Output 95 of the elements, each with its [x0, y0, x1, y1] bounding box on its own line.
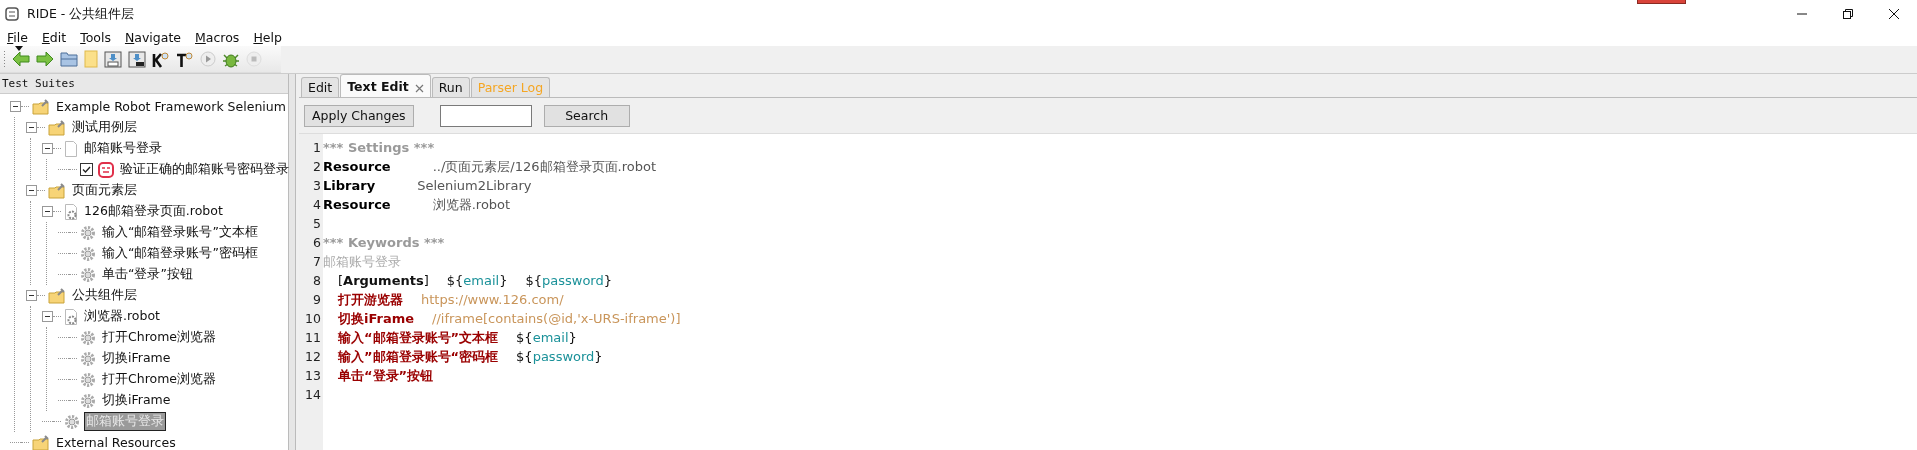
- line-number: 8: [312, 272, 322, 290]
- document-gear-icon: [64, 308, 78, 325]
- code-line: *** Keywords ***: [323, 235, 445, 250]
- document-gear-icon: [64, 203, 78, 220]
- save-icon[interactable]: [104, 50, 122, 68]
- folder-wrench-icon: [32, 434, 50, 450]
- line-number: 2: [312, 158, 322, 176]
- tree-item[interactable]: Example Robot Framework Selenium: [54, 98, 288, 115]
- collapse-toggle[interactable]: [10, 101, 21, 112]
- tree-item[interactable]: 验证正确的邮箱账号密码登录: [118, 160, 291, 179]
- gear-icon: [80, 245, 96, 262]
- menu-item[interactable]: Macros: [190, 29, 245, 45]
- code-line: 输入”邮箱登录账号“密码框 ${password}: [337, 349, 603, 364]
- gear-icon: [80, 350, 96, 367]
- menu-item[interactable]: Tools: [75, 29, 116, 45]
- gear-icon: [64, 413, 80, 430]
- window-title: RIDE - 公共组件层: [27, 5, 135, 23]
- line-number: 9: [312, 291, 322, 309]
- gear-icon: [80, 266, 96, 283]
- close-icon: [1888, 8, 1900, 20]
- tab[interactable]: Text Edit: [340, 74, 431, 97]
- code-line: Resource ../页面元素层/126邮箱登录页面.robot: [323, 159, 656, 174]
- tab[interactable]: Run: [431, 77, 470, 97]
- tab[interactable]: Edit: [301, 77, 340, 97]
- folder-wrench-icon: [48, 287, 66, 304]
- tree-item[interactable]: 输入“邮箱登录账号”密码框: [100, 244, 260, 263]
- tree-item[interactable]: 测试用例层: [70, 118, 139, 137]
- tree-item[interactable]: 打开Chrome浏览器: [100, 328, 219, 347]
- folder-wrench-icon: [48, 119, 66, 136]
- scrollbar[interactable]: [289, 74, 296, 450]
- gear-icon: [80, 392, 96, 409]
- line-number: 13: [304, 367, 322, 385]
- save-all-icon[interactable]: [128, 50, 146, 68]
- code-line: 邮箱账号登录: [323, 254, 401, 269]
- robot-face-icon: [98, 161, 114, 178]
- checkbox[interactable]: [80, 163, 93, 176]
- collapse-toggle[interactable]: [26, 290, 37, 301]
- search-field[interactable]: [439, 104, 532, 127]
- collapse-toggle[interactable]: [42, 311, 53, 322]
- menu-item[interactable]: Navigate: [119, 29, 186, 45]
- tree-item[interactable]: External Resources: [54, 434, 178, 450]
- code-line: *** Settings ***: [323, 140, 435, 155]
- tree-item[interactable]: 切换iFrame: [100, 391, 173, 410]
- gear-icon: [80, 224, 96, 241]
- toolbar-grip-icon: [3, 50, 6, 68]
- folder-wrench-icon: [32, 98, 50, 115]
- tree-item[interactable]: 切换iFrame: [100, 349, 173, 368]
- code-line: 输入“邮箱登录账号”文本框 ${email}: [337, 330, 577, 345]
- search-button[interactable]: Search: [543, 104, 630, 127]
- line-number: 7: [312, 253, 322, 271]
- tree-item[interactable]: 打开Chrome浏览器: [100, 370, 219, 389]
- line-number: 14: [304, 386, 322, 404]
- tree-item[interactable]: 浏览器.robot: [82, 307, 162, 326]
- tree-item[interactable]: 邮箱账号登录: [82, 139, 164, 158]
- line-number: 4: [312, 196, 322, 214]
- collapse-toggle[interactable]: [42, 143, 53, 154]
- tree-item[interactable]: 单击“登录”按钮: [100, 265, 195, 284]
- line-number: 10: [304, 310, 322, 328]
- folder-icon[interactable]: [60, 51, 78, 67]
- forward-arrow-icon[interactable]: [36, 51, 54, 67]
- code-line: Resource 浏览器.robot: [323, 197, 511, 212]
- menu-item[interactable]: Edit: [36, 29, 72, 45]
- collapse-toggle[interactable]: [26, 185, 37, 196]
- document-icon: [64, 140, 78, 157]
- code-line: 切换iFrame //iframe[contains(@id,'x-URS-iframe')]: [337, 311, 681, 326]
- tree-item[interactable]: 输入“邮箱登录账号”文本框: [100, 223, 260, 242]
- back-arrow-icon[interactable]: [12, 51, 30, 67]
- line-number: 12: [304, 348, 322, 366]
- collapse-toggle[interactable]: [26, 122, 37, 133]
- line-number: 11: [304, 329, 322, 347]
- folder-wrench-icon: [48, 182, 66, 199]
- collapse-toggle[interactable]: [42, 206, 53, 217]
- tree-item[interactable]: 页面元素层: [70, 181, 139, 200]
- menu-item[interactable]: Help: [248, 29, 287, 45]
- tree-item[interactable]: 公共组件层: [70, 286, 139, 305]
- code-line: 打开游览器 https://www.126.com/: [336, 292, 564, 307]
- line-number: 5: [312, 215, 322, 233]
- pane-header: Test Suites: [0, 74, 288, 94]
- apply-changes-button[interactable]: Apply Changes: [304, 104, 414, 127]
- line-number: 3: [312, 177, 322, 195]
- tree-item[interactable]: 126邮箱登录页面.robot: [82, 202, 225, 221]
- code-line: Library Selenium2Library: [323, 178, 532, 193]
- restore-icon: [1842, 8, 1854, 20]
- line-number: 6: [312, 234, 322, 252]
- gear-icon: [80, 329, 96, 346]
- close-icon[interactable]: [414, 84, 424, 93]
- line-number: 1: [312, 139, 322, 157]
- run-icon[interactable]: [200, 51, 216, 67]
- code-line: [Arguments] ${email} ${password}: [337, 273, 612, 288]
- text-search-icon[interactable]: [176, 50, 194, 68]
- keyword-search-icon[interactable]: [152, 50, 170, 68]
- menu-item[interactable]: File: [2, 29, 33, 45]
- gear-icon: [80, 371, 96, 388]
- code-line: 单击“登录”按钮: [337, 368, 434, 383]
- app-icon: [5, 7, 19, 21]
